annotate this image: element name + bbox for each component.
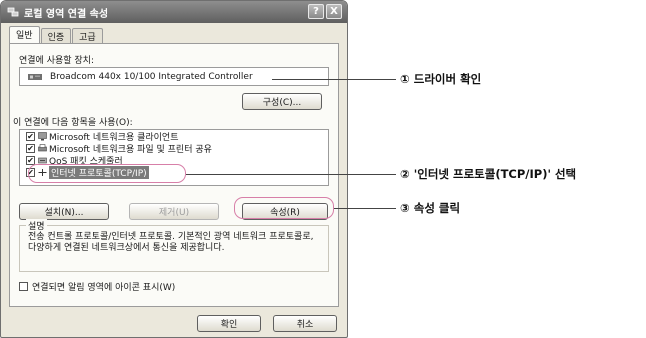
checkbox[interactable]: ✔: [26, 143, 35, 153]
close-button[interactable]: X: [326, 4, 342, 19]
callout-line-properties: [334, 208, 396, 209]
network-card-icon: [28, 73, 42, 80]
tab-advanced[interactable]: 고급: [72, 28, 103, 43]
configure-button[interactable]: 구성(C)...: [242, 93, 322, 110]
items-label: 이 연결에 다음 항목을 사용(O):: [13, 118, 133, 128]
tab-authentication[interactable]: 인증: [40, 28, 72, 43]
tab-strip: 일반 인증 고급: [9, 26, 104, 43]
checkbox[interactable]: ✔: [26, 155, 35, 165]
uninstall-button[interactable]: 제거(U): [129, 203, 219, 220]
device-field: Broadcom 440x 10/100 Integrated Controll…: [19, 67, 329, 86]
cancel-button[interactable]: 취소: [273, 315, 337, 332]
callout-line-driver: [272, 79, 396, 80]
network-connection-icon: [7, 7, 19, 17]
notify-label: 연결되면 알림 영역에 아이콘 표시(W): [32, 283, 176, 293]
callout-line-tcpip: [186, 174, 396, 175]
printer-share-icon: [38, 143, 47, 151]
ok-button[interactable]: 확인: [197, 315, 261, 332]
checkbox[interactable]: ✔: [26, 131, 35, 141]
list-item-client[interactable]: ✔ Microsoft 네트워크용 클라이언트: [20, 130, 328, 143]
help-button[interactable]: ?: [308, 4, 324, 19]
connect-using-label: 연결에 사용할 장치:: [19, 56, 94, 66]
properties-highlight: [234, 197, 334, 219]
title-bar: 로컬 영역 연결 속성 ? X: [1, 1, 347, 23]
callout-properties: ③ 속성 클릭: [400, 201, 461, 215]
description-legend: 설명: [26, 219, 47, 232]
description-group: 설명 전송 컨트롤 프로토콜/인터넷 프로토콜. 기본적인 광역 네트워크 프로…: [19, 219, 329, 272]
window-title: 로컬 영역 연결 속성: [24, 8, 109, 20]
callout-driver: ① 드라이버 확인: [400, 72, 482, 86]
device-name: Broadcom 440x 10/100 Integrated Controll…: [50, 71, 253, 82]
callout-tcpip: ② '인터넷 프로토콜(TCP/IP)' 선택: [400, 167, 577, 181]
notify-checkbox[interactable]: [19, 282, 28, 291]
client-icon: [38, 131, 47, 140]
notify-option[interactable]: 연결되면 알림 영역에 아이콘 표시(W): [19, 280, 175, 293]
install-button[interactable]: 설치(N)...: [19, 203, 109, 220]
description-text: 전송 컨트롤 프로토콜/인터넷 프로토콜. 기본적인 광역 네트워크 프로토콜로…: [28, 232, 314, 253]
tab-general[interactable]: 일반: [9, 26, 40, 43]
tcpip-highlight: [28, 164, 186, 183]
list-item-file-printer-sharing[interactable]: ✔ Microsoft 네트워크용 파일 및 프린터 공유: [20, 142, 328, 155]
